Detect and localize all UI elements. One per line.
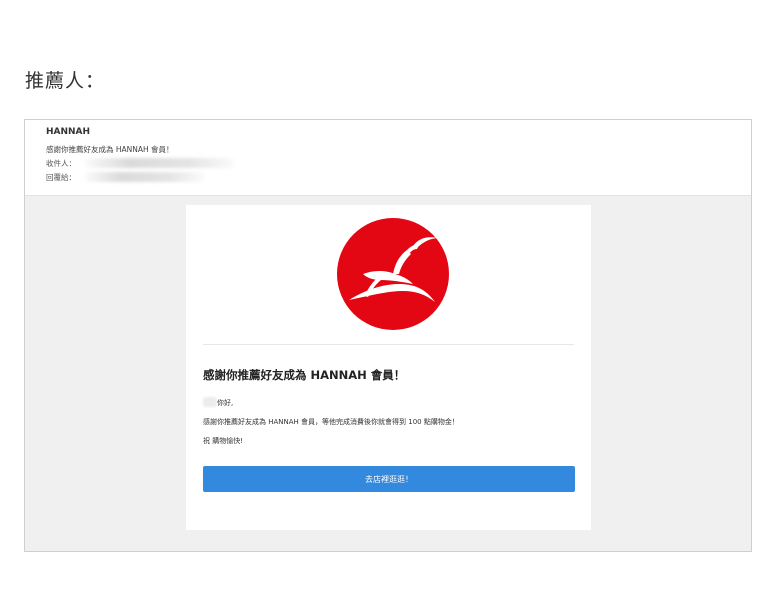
visit-store-button[interactable]: 去店裡逛逛！ <box>203 466 575 492</box>
recipient-name-redacted <box>203 397 217 407</box>
greeting-text: 你好, <box>217 399 234 407</box>
email-preview: HANNAH 感謝你推薦好友成為 HANNAH 會員！ 收件人： 回覆給： 感謝… <box>24 119 752 552</box>
divider <box>203 344 574 345</box>
recipient-label: 收件人： <box>46 159 76 168</box>
body-text: 感謝你推薦好友成為 HANNAH 會員，等他完成消費後你就會得到 100 點購物… <box>203 418 459 426</box>
email-header: HANNAH 感謝你推薦好友成為 HANNAH 會員！ 收件人： 回覆給： <box>25 120 751 196</box>
recipient-redacted <box>85 158 235 168</box>
sender-name: HANNAH <box>46 127 91 137</box>
card-title: 感謝你推薦好友成為 HANNAH 會員！ <box>203 368 406 382</box>
email-subject: 感謝你推薦好友成為 HANNAH 會員！ <box>46 145 174 154</box>
closing-text: 祝 購物愉快! <box>203 437 244 445</box>
email-card: 感謝你推薦好友成為 HANNAH 會員！ 你好, 感謝你推薦好友成為 HANNA… <box>186 205 591 530</box>
page-heading: 推薦人： <box>25 70 106 92</box>
gazelle-logo-icon <box>337 218 449 330</box>
reply-to-redacted <box>85 172 205 182</box>
reply-to-label: 回覆給： <box>46 173 76 182</box>
